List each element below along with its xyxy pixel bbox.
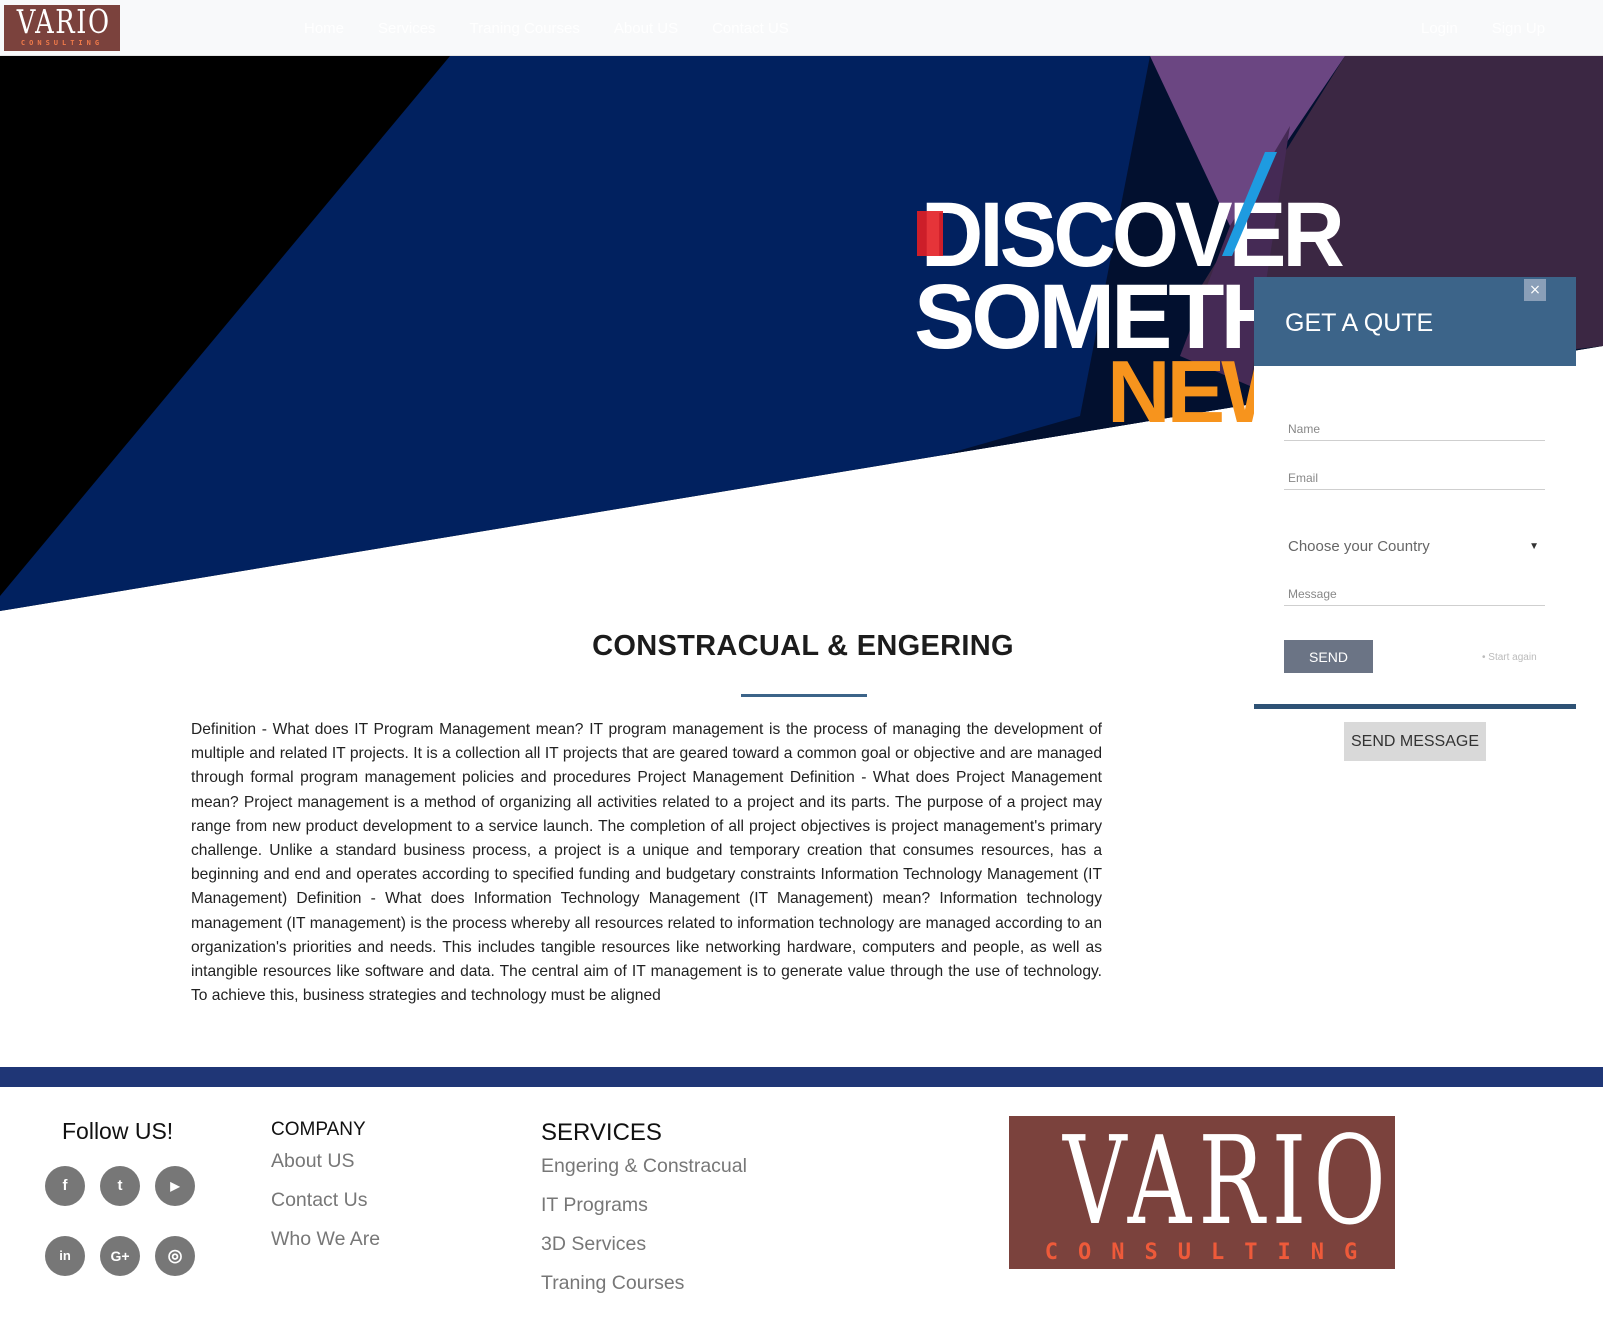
nav-training-link[interactable]: Traning Courses: [470, 20, 580, 37]
signup-link[interactable]: Sign Up: [1492, 20, 1545, 37]
follow-title: Follow US!: [62, 1118, 174, 1144]
section-title: CONSTRACUAL & ENGERING: [592, 630, 1014, 662]
navbar: VARIO CONSULTING Home Services Traning C…: [0, 0, 1603, 56]
quote-header: GET A QUTE ×: [1254, 277, 1576, 366]
start-again-link[interactable]: • Start again: [1482, 652, 1537, 663]
footer-logo: VARIO CONSULTING: [1009, 1116, 1395, 1269]
services-title: SERVICES: [541, 1119, 662, 1146]
title-divider: [741, 694, 867, 697]
linkedin-icon[interactable]: in: [45, 1236, 85, 1276]
login-link[interactable]: Login: [1421, 20, 1458, 37]
quote-panel: GET A QUTE × Choose your Country ▼ SEND …: [1254, 277, 1576, 709]
message-field[interactable]: [1284, 583, 1545, 606]
brand-logo-wordmark: VARIO: [16, 5, 111, 41]
email-field[interactable]: [1284, 467, 1545, 490]
twitter-icon[interactable]: t: [100, 1166, 140, 1206]
company-title: COMPANY: [271, 1119, 366, 1140]
nav-home-link[interactable]: Home: [304, 20, 344, 37]
google-plus-icon[interactable]: G+: [100, 1236, 140, 1276]
services-link-training[interactable]: Traning Courses: [541, 1272, 684, 1295]
section-body: Definition - What does IT Program Manage…: [191, 721, 1102, 1005]
facebook-icon[interactable]: f: [45, 1166, 85, 1206]
nav-contact-link[interactable]: Contact US: [712, 20, 789, 37]
dropdown-arrow-icon: ▼: [1529, 541, 1539, 552]
nav-links: Home Services Traning Courses About US C…: [304, 20, 789, 37]
instagram-icon[interactable]: ◎: [155, 1236, 195, 1276]
send-button[interactable]: SEND: [1284, 640, 1373, 673]
close-button[interactable]: ×: [1524, 279, 1546, 301]
services-link-engering[interactable]: Engering & Constracual: [541, 1155, 747, 1178]
company-link-contact[interactable]: Contact Us: [271, 1189, 367, 1212]
send-message-button[interactable]: SEND MESSAGE: [1344, 722, 1486, 761]
name-field[interactable]: [1284, 418, 1545, 441]
nav-about-link[interactable]: About US: [614, 20, 678, 37]
country-select[interactable]: Choose your Country ▼: [1284, 532, 1545, 562]
youtube-icon[interactable]: ▶: [155, 1166, 195, 1206]
services-link-it[interactable]: IT Programs: [541, 1194, 648, 1217]
nav-services-link[interactable]: Services: [378, 20, 436, 37]
footer-logo-wordmark: VARIO: [1063, 1116, 1393, 1252]
company-link-about[interactable]: About US: [271, 1150, 354, 1173]
brand-logo[interactable]: VARIO CONSULTING: [4, 5, 120, 51]
footer-logo-tagline: CONSULTING: [1044, 1240, 1378, 1265]
country-select-label: Choose your Country: [1288, 538, 1430, 555]
footer-band: [0, 1067, 1603, 1087]
services-link-3d[interactable]: 3D Services: [541, 1233, 646, 1256]
company-link-who[interactable]: Who We Are: [271, 1228, 380, 1251]
close-icon: ×: [1529, 282, 1541, 298]
quote-title: GET A QUTE: [1285, 309, 1434, 337]
nav-auth: Login Sign Up: [1421, 20, 1545, 37]
